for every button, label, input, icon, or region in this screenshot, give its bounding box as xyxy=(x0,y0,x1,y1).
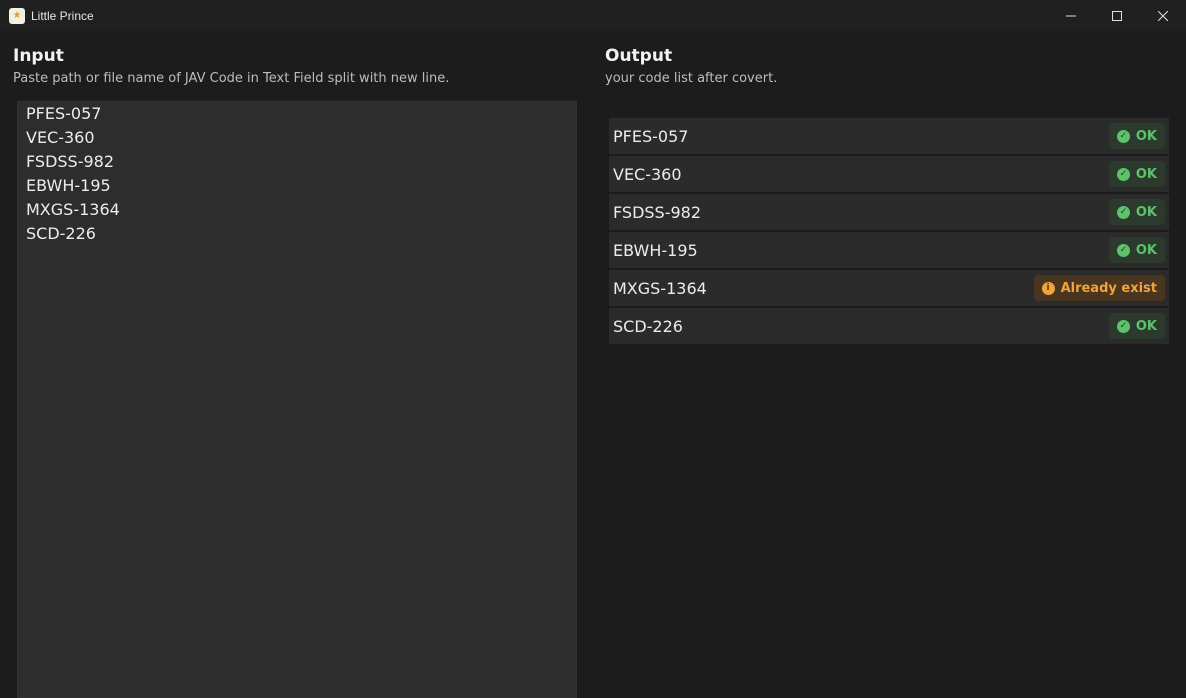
minimize-icon xyxy=(1066,15,1076,16)
app-logo-icon: ★ xyxy=(9,7,25,24)
app-window: ★ Little Prince Input Paste path or file… xyxy=(0,0,1186,698)
input-line: EBWH-195 xyxy=(26,176,111,195)
check-circle-icon: ✓ xyxy=(1116,205,1130,219)
input-line: PFES-057 xyxy=(26,104,102,123)
check-circle-icon: ✓ xyxy=(1116,319,1130,333)
status-badge-ok: ✓ OK xyxy=(1108,199,1165,225)
status-label: OK xyxy=(1135,318,1157,334)
status-badge-ok: ✓ OK xyxy=(1108,123,1165,149)
output-row: EBWH-195 ✓ OK xyxy=(609,232,1169,268)
output-code: SCD-226 xyxy=(613,316,683,336)
input-line: SCD-226 xyxy=(26,224,96,243)
status-badge-ok: ✓ OK xyxy=(1108,161,1165,187)
status-label: OK xyxy=(1135,242,1157,258)
minimize-button[interactable] xyxy=(1048,0,1094,31)
status-label: Already exist xyxy=(1060,280,1157,296)
output-row: FSDSS-982 ✓ OK xyxy=(609,194,1169,230)
output-row: VEC-360 ✓ OK xyxy=(609,156,1169,192)
output-row: SCD-226 ✓ OK xyxy=(609,308,1169,344)
output-code: MXGS-1364 xyxy=(613,278,707,298)
output-code: VEC-360 xyxy=(613,164,682,184)
status-badge-ok: ✓ OK xyxy=(1108,237,1165,263)
status-badge-warning: i Already exist xyxy=(1033,275,1165,301)
input-lines: PFES-057 VEC-360 FSDSS-982 EBWH-195 MXGS-136… xyxy=(26,102,568,246)
input-subtitle: Paste path or file name of JAV Code in T… xyxy=(13,71,450,86)
output-code: FSDSS-982 xyxy=(613,202,702,222)
output-row: PFES-057 ✓ OK xyxy=(609,118,1169,154)
status-label: OK xyxy=(1135,204,1157,220)
title-bar[interactable]: ★ Little Prince xyxy=(0,0,1186,31)
input-text-field[interactable]: PFES-057 VEC-360 FSDSS-982 EBWH-195 MXGS-136… xyxy=(17,101,577,698)
input-line: MXGS-1364 xyxy=(26,200,120,219)
check-circle-icon: ✓ xyxy=(1116,167,1130,181)
window-controls xyxy=(1048,0,1186,31)
output-code: EBWH-195 xyxy=(613,240,698,260)
output-code: PFES-057 xyxy=(613,126,689,146)
status-label: OK xyxy=(1135,166,1157,182)
input-line: FSDSS-982 xyxy=(26,152,115,171)
check-circle-icon: ✓ xyxy=(1116,243,1130,257)
output-subtitle: your code list after covert. xyxy=(605,71,778,86)
check-circle-icon: ✓ xyxy=(1116,129,1130,143)
maximize-icon xyxy=(1112,10,1122,21)
maximize-button[interactable] xyxy=(1094,0,1140,31)
status-label: OK xyxy=(1135,128,1157,144)
input-title: Input xyxy=(13,46,64,66)
window-title: Little Prince xyxy=(31,8,94,23)
input-line: VEC-360 xyxy=(26,128,95,147)
close-button[interactable] xyxy=(1140,0,1186,31)
output-list: PFES-057 ✓ OK VEC-360 ✓ OK FSDSS-982 ✓ OK EBWH-19… xyxy=(609,118,1169,346)
status-badge-ok: ✓ OK xyxy=(1108,313,1165,339)
output-title: Output xyxy=(605,46,673,66)
info-circle-icon: i xyxy=(1041,281,1055,295)
output-row: MXGS-1364 i Already exist xyxy=(609,270,1169,306)
close-icon xyxy=(1158,10,1168,21)
